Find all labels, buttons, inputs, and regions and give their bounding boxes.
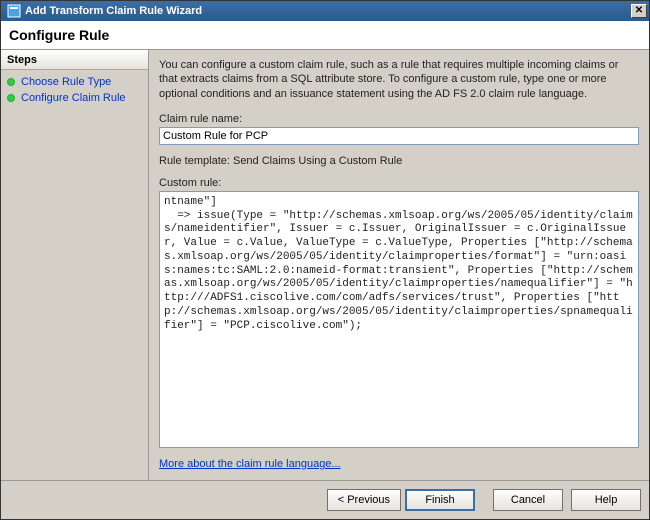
steps-header: Steps: [1, 50, 148, 70]
content-pane: You can configure a custom claim rule, s…: [149, 50, 649, 480]
page-title: Configure Rule: [9, 27, 641, 43]
custom-rule-textarea[interactable]: ntname"] => issue(Type = "http://schemas…: [159, 191, 639, 448]
cancel-button[interactable]: Cancel: [493, 489, 563, 511]
finish-button[interactable]: Finish: [405, 489, 475, 511]
button-bar: < Previous Finish Cancel Help: [1, 480, 649, 519]
window-title: Add Transform Claim Rule Wizard: [25, 5, 631, 17]
step-label: Configure Claim Rule: [21, 92, 126, 104]
intro-text: You can configure a custom claim rule, s…: [159, 58, 639, 101]
title-bar: Add Transform Claim Rule Wizard ✕: [1, 1, 649, 21]
more-link-row: More about the claim rule language...: [159, 458, 639, 470]
rule-template-line: Rule template: Send Claims Using a Custo…: [159, 155, 639, 167]
claim-rule-name-input[interactable]: [159, 127, 639, 145]
app-icon: [7, 4, 21, 18]
step-label: Choose Rule Type: [21, 76, 111, 88]
body: Steps Choose Rule Type Configure Claim R…: [1, 50, 649, 480]
step-configure-claim-rule[interactable]: Configure Claim Rule: [3, 90, 146, 106]
step-choose-rule-type[interactable]: Choose Rule Type: [3, 74, 146, 90]
page-header: Configure Rule: [1, 21, 649, 50]
help-button[interactable]: Help: [571, 489, 641, 511]
steps-pane: Steps Choose Rule Type Configure Claim R…: [1, 50, 149, 480]
claim-rule-name-label: Claim rule name:: [159, 113, 639, 125]
close-icon[interactable]: ✕: [631, 4, 647, 18]
bullet-icon: [7, 78, 15, 86]
more-about-link[interactable]: More about the claim rule language...: [159, 458, 341, 470]
custom-rule-label: Custom rule:: [159, 177, 639, 189]
steps-list: Choose Rule Type Configure Claim Rule: [1, 70, 148, 110]
previous-button[interactable]: < Previous: [327, 489, 401, 511]
bullet-icon: [7, 94, 15, 102]
